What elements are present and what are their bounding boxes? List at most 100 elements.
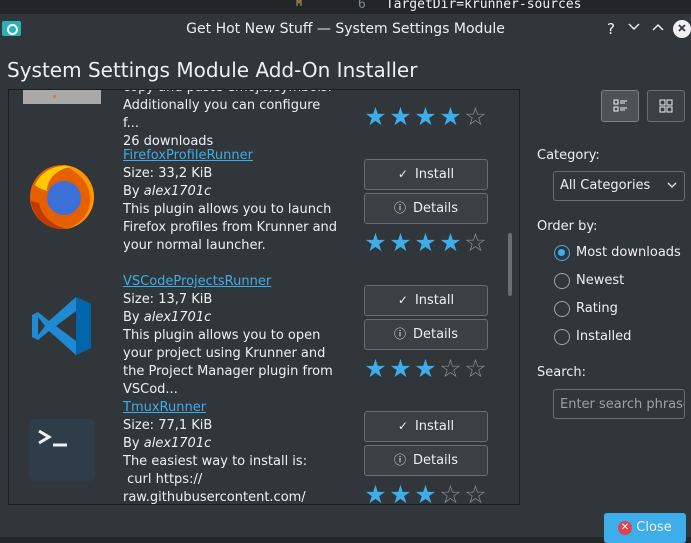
window-title: Get Hot New Stuff — System Settings Modu…	[186, 21, 505, 37]
install-button[interactable]: ✓ Install	[364, 285, 488, 316]
item-name-link[interactable]: TmuxRunner	[123, 399, 353, 417]
star-filled-icon: ★	[439, 102, 462, 131]
star-filled-icon: ★	[439, 228, 462, 257]
search-input[interactable]	[553, 389, 685, 419]
terminal-icon	[29, 419, 95, 481]
grid-view-icon	[659, 99, 673, 113]
star-empty-icon: ☆	[439, 354, 462, 383]
details-label: Details	[412, 327, 459, 342]
star-empty-icon: ☆	[464, 354, 487, 383]
chevron-down-icon	[666, 172, 678, 210]
help-button[interactable]: ?	[601, 18, 621, 40]
window-close-button[interactable]	[673, 20, 691, 38]
dialog-window: Get Hot New Stuff — System Settings Modu…	[0, 14, 691, 543]
firefox-icon	[27, 161, 97, 231]
star-filled-icon: ★	[414, 480, 437, 505]
chevron-up-icon	[652, 23, 664, 31]
list-item: VSCodeProjectsRunner Size: 13,7 KiB By a…	[9, 273, 509, 399]
item-name-link[interactable]: FirefoxProfileRunner	[123, 147, 338, 165]
item-size: Size: 13,7 KiB	[123, 292, 213, 307]
item-description: The easiest way to install is: curl http…	[123, 454, 308, 505]
item-name-link[interactable]: VSCodeProjectsRunner	[123, 273, 338, 291]
chevron-down-icon	[628, 23, 640, 31]
info-icon: ⓘ	[393, 453, 406, 467]
order-label: Order by:	[537, 219, 598, 234]
list-view-icon	[613, 99, 627, 112]
star-empty-icon: ☆	[439, 480, 462, 505]
titlebar[interactable]: Get Hot New Stuff — System Settings Modu…	[0, 14, 691, 44]
page-title: System Settings Module Add-On Installer	[7, 58, 418, 82]
install-button[interactable]: ✓ Install	[364, 159, 488, 190]
item-info: TmuxRunner Size: 77,1 KiB By alex1701c T…	[123, 399, 353, 505]
rating-stars: ★ ★ ★ ★ ☆	[363, 104, 493, 130]
author-name: alex1701c	[143, 310, 212, 325]
item-size: Size: 77,1 KiB	[123, 418, 213, 433]
category-label: Category:	[537, 148, 600, 163]
addon-list[interactable]: copy and paste emojis/symbols. Additiona…	[8, 89, 520, 505]
install-label: Install	[414, 167, 455, 182]
author-prefix: By	[123, 310, 144, 325]
search-label: Search:	[537, 365, 587, 380]
star-filled-icon: ★	[414, 354, 437, 383]
rating-stars: ★ ★ ★ ☆ ☆	[363, 482, 493, 505]
details-button[interactable]: ⓘ Details	[364, 445, 488, 476]
details-label: Details	[412, 453, 459, 468]
star-filled-icon: ★	[364, 102, 387, 131]
list-view-button[interactable]	[601, 90, 639, 122]
info-icon: ⓘ	[393, 201, 406, 215]
radio-icon	[554, 301, 570, 317]
star-filled-icon: ★	[414, 102, 437, 131]
line-number: 6	[358, 0, 366, 11]
author-prefix: By	[123, 184, 144, 199]
list-item: TmuxRunner Size: 77,1 KiB By alex1701c T…	[9, 399, 509, 505]
star-empty-icon: ☆	[464, 228, 487, 257]
category-select[interactable]: All Categories	[553, 171, 685, 201]
category-value: All Categories	[560, 178, 651, 193]
star-filled-icon: ★	[389, 228, 412, 257]
check-icon: ✓	[397, 293, 408, 307]
order-option-label: Most downloads	[576, 245, 681, 260]
check-icon: ✓	[397, 167, 408, 181]
star-filled-icon: ★	[414, 228, 437, 257]
details-button[interactable]: ⓘ Details	[364, 193, 488, 224]
install-label: Install	[414, 293, 455, 308]
vscode-icon	[29, 293, 99, 363]
star-filled-icon: ★	[364, 480, 387, 505]
close-button[interactable]: ✕ Close	[604, 513, 686, 543]
author-name: alex1701c	[143, 436, 212, 451]
radio-icon	[554, 273, 570, 289]
install-label: Install	[414, 419, 455, 434]
item-info: copy and paste emojis/symbols. Additiona…	[123, 90, 338, 151]
item-info: FirefoxProfileRunner Size: 33,2 KiB By a…	[123, 147, 338, 255]
maximize-button[interactable]	[648, 18, 668, 40]
star-filled-icon: ★	[389, 102, 412, 131]
grid-view-button[interactable]	[647, 90, 685, 122]
radio-icon	[554, 329, 570, 345]
star-filled-icon: ★	[364, 354, 387, 383]
minimize-button[interactable]	[624, 18, 644, 40]
star-filled-icon: ★	[389, 480, 412, 505]
scrollbar-thumb[interactable]	[508, 233, 512, 296]
check-icon: ✓	[397, 419, 408, 433]
item-author: By alex1701c	[123, 183, 338, 201]
item-description: This plugin allows you to launch Firefox…	[123, 202, 338, 253]
background-code-line: 6 TargetDir=krunner-sources	[350, 0, 691, 11]
radio-checked-icon	[554, 245, 570, 261]
author-prefix: By	[123, 436, 144, 451]
star-filled-icon: ★	[389, 354, 412, 383]
details-label: Details	[412, 201, 459, 216]
background-editor: M 6 TargetDir=krunner-sources	[0, 0, 691, 14]
rating-stars: ★ ★ ★ ☆ ☆	[363, 356, 493, 382]
item-info: VSCodeProjectsRunner Size: 13,7 KiB By a…	[123, 273, 338, 399]
info-icon: ⓘ	[393, 327, 406, 341]
details-button[interactable]: ⓘ Details	[364, 319, 488, 350]
code-text: TargetDir=krunner-sources	[385, 0, 582, 11]
close-label: Close	[636, 520, 672, 535]
order-option-label: Installed	[576, 329, 632, 344]
star-empty-icon: ☆	[464, 102, 487, 131]
clipboard-thumb-icon	[23, 90, 101, 104]
install-button[interactable]: ✓ Install	[364, 411, 488, 442]
item-description: This plugin allows you to open your proj…	[123, 328, 333, 397]
star-filled-icon: ★	[364, 228, 387, 257]
star-empty-icon: ☆	[464, 480, 487, 505]
